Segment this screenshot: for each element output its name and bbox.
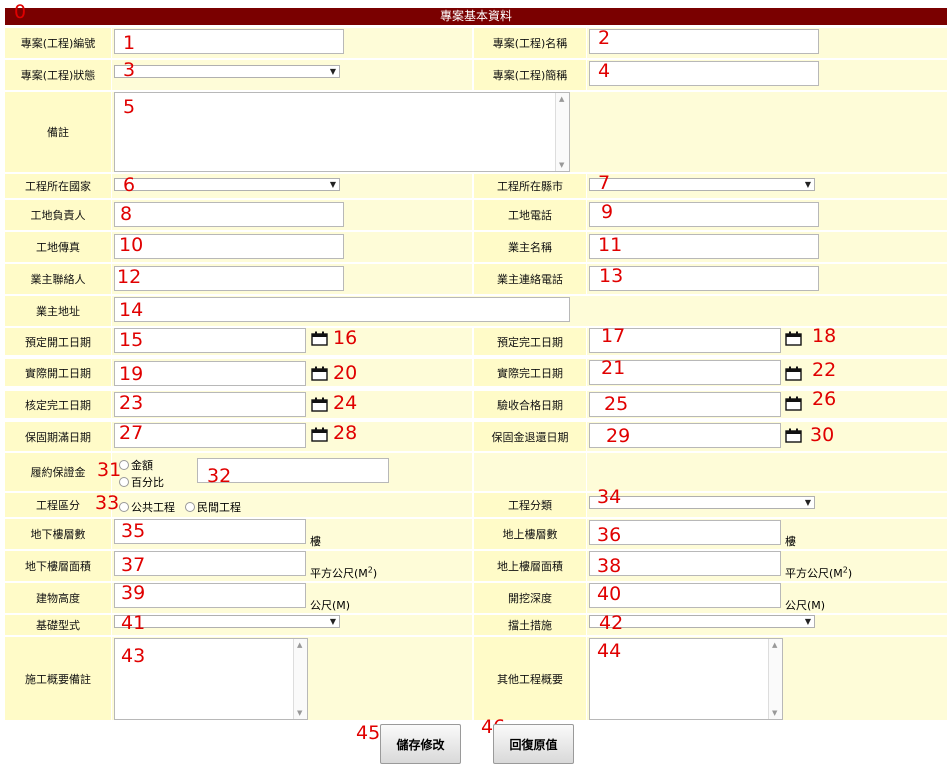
scrollbar[interactable]: ▲ ▼: [768, 639, 782, 719]
save-button[interactable]: 儲存修改: [380, 724, 461, 764]
dropdown-arrow-icon: ▼: [804, 498, 811, 507]
label-approved-finish: 核定完工日期: [5, 391, 111, 418]
dropdown-arrow-icon: ▼: [804, 180, 811, 189]
dropdown-arrow-icon: ▼: [329, 180, 336, 189]
label-project-no: 專案(工程)編號: [5, 28, 111, 58]
scroll-down-icon[interactable]: ▼: [772, 709, 777, 717]
label-country: 工程所在國家: [5, 174, 111, 198]
unit-sqm: 平方公尺(M2): [785, 565, 853, 580]
scroll-down-icon[interactable]: ▼: [559, 161, 564, 169]
owner-address-input[interactable]: [114, 297, 570, 322]
unit-sqm: 平方公尺(M2): [310, 565, 378, 580]
section-title: 專案基本資料: [5, 8, 947, 25]
bond-percent-option[interactable]: 百分比: [119, 474, 164, 490]
foundation-type-select[interactable]: ▼: [114, 615, 340, 628]
marker-0: 0: [14, 1, 27, 23]
label-owner-contact: 業主聯絡人: [5, 264, 111, 294]
radio-button[interactable]: [185, 502, 195, 512]
private-works-option[interactable]: 民間工程: [185, 499, 241, 515]
remarks-textarea[interactable]: ▲ ▼: [114, 92, 570, 172]
site-phone-input[interactable]: [589, 202, 819, 227]
project-short-input[interactable]: [589, 61, 819, 86]
radio-button[interactable]: [119, 460, 129, 470]
label-site-fax: 工地傳真: [5, 232, 111, 262]
label-basement-area: 地下樓層面積: [5, 551, 111, 581]
label-warranty-end: 保固期滿日期: [5, 422, 111, 451]
label-retaining-measure: 擋土措施: [474, 615, 586, 635]
label-project-name: 專案(工程)名稱: [474, 28, 586, 58]
dropdown-arrow-icon: ▼: [804, 617, 811, 626]
site-fax-input[interactable]: [114, 234, 344, 259]
dropdown-arrow-icon: ▼: [329, 67, 336, 76]
owner-name-input[interactable]: [589, 234, 819, 259]
project-no-input[interactable]: [114, 29, 344, 54]
label-project-status: 專案(工程)狀態: [5, 60, 111, 90]
label-building-height: 建物高度: [5, 583, 111, 613]
label-construction-notes: 施工概要備註: [5, 637, 111, 720]
label-planned-start: 預定開工日期: [5, 328, 111, 355]
dropdown-arrow-icon: ▼: [329, 617, 336, 626]
scrollbar[interactable]: ▲ ▼: [293, 639, 307, 719]
calendar-icon[interactable]: [785, 366, 802, 381]
label-basement-floors: 地下樓層數: [5, 519, 111, 549]
label-other-overview: 其他工程概要: [474, 637, 586, 720]
label-project-type: 工程分類: [474, 493, 586, 517]
reset-button[interactable]: 回復原值: [493, 724, 574, 764]
label-actual-start: 實際開工日期: [5, 359, 111, 386]
label-actual-finish: 實際完工日期: [474, 359, 586, 386]
label-owner-address: 業主地址: [5, 296, 111, 326]
site-manager-input[interactable]: [114, 202, 344, 227]
owner-phone-input[interactable]: [589, 266, 819, 291]
bond-amount-option[interactable]: 金額: [119, 457, 153, 473]
label-city: 工程所在縣市: [474, 174, 586, 198]
unit-meter: 公尺(M): [785, 599, 826, 612]
calendar-icon[interactable]: [311, 397, 328, 412]
calendar-icon[interactable]: [311, 331, 328, 346]
unit-floor: 樓: [310, 535, 321, 548]
scroll-down-icon[interactable]: ▼: [297, 709, 302, 717]
label-foundation-type: 基礎型式: [5, 615, 111, 635]
calendar-icon[interactable]: [785, 331, 802, 346]
label-site-manager: 工地負責人: [5, 200, 111, 230]
city-select[interactable]: ▼: [589, 178, 815, 191]
label-above-floors: 地上樓層數: [474, 519, 586, 549]
radio-button[interactable]: [119, 477, 129, 487]
country-select[interactable]: ▼: [114, 178, 340, 191]
project-status-select[interactable]: ▼: [114, 65, 340, 78]
label-above-area: 地上樓層面積: [474, 551, 586, 581]
radio-button[interactable]: [119, 502, 129, 512]
unit-floor: 樓: [785, 535, 796, 548]
project-type-select[interactable]: ▼: [589, 496, 815, 509]
project-name-input[interactable]: [589, 29, 819, 54]
label-owner-name: 業主名稱: [474, 232, 586, 262]
calendar-icon[interactable]: [785, 428, 802, 443]
label-acceptance-date: 驗收合格日期: [474, 391, 586, 418]
public-works-option[interactable]: 公共工程: [119, 499, 175, 515]
owner-contact-input[interactable]: [114, 266, 344, 291]
scrollbar[interactable]: ▲ ▼: [555, 93, 569, 171]
label-excavation-depth: 開挖深度: [474, 583, 586, 613]
scroll-up-icon[interactable]: ▲: [559, 95, 564, 103]
calendar-icon[interactable]: [311, 366, 328, 381]
label-remarks: 備註: [5, 92, 111, 172]
label-owner-phone: 業主連絡電話: [474, 264, 586, 294]
project-basic-form: 專案基本資料 0 專案(工程)編號 1 專案(工程)名稱 2 專案(工程)狀態 …: [0, 0, 952, 770]
label-warranty-refund: 保固金退還日期: [474, 422, 586, 451]
unit-meter: 公尺(M): [310, 599, 351, 612]
scroll-up-icon[interactable]: ▲: [772, 641, 777, 649]
label-site-phone: 工地電話: [474, 200, 586, 230]
label-project-short: 專案(工程)簡稱: [474, 60, 586, 90]
label-performance-bond: 履約保證金: [5, 453, 111, 491]
calendar-icon[interactable]: [785, 396, 802, 411]
calendar-icon[interactable]: [311, 427, 328, 442]
label-planned-finish: 預定完工日期: [474, 328, 586, 355]
scroll-up-icon[interactable]: ▲: [297, 641, 302, 649]
